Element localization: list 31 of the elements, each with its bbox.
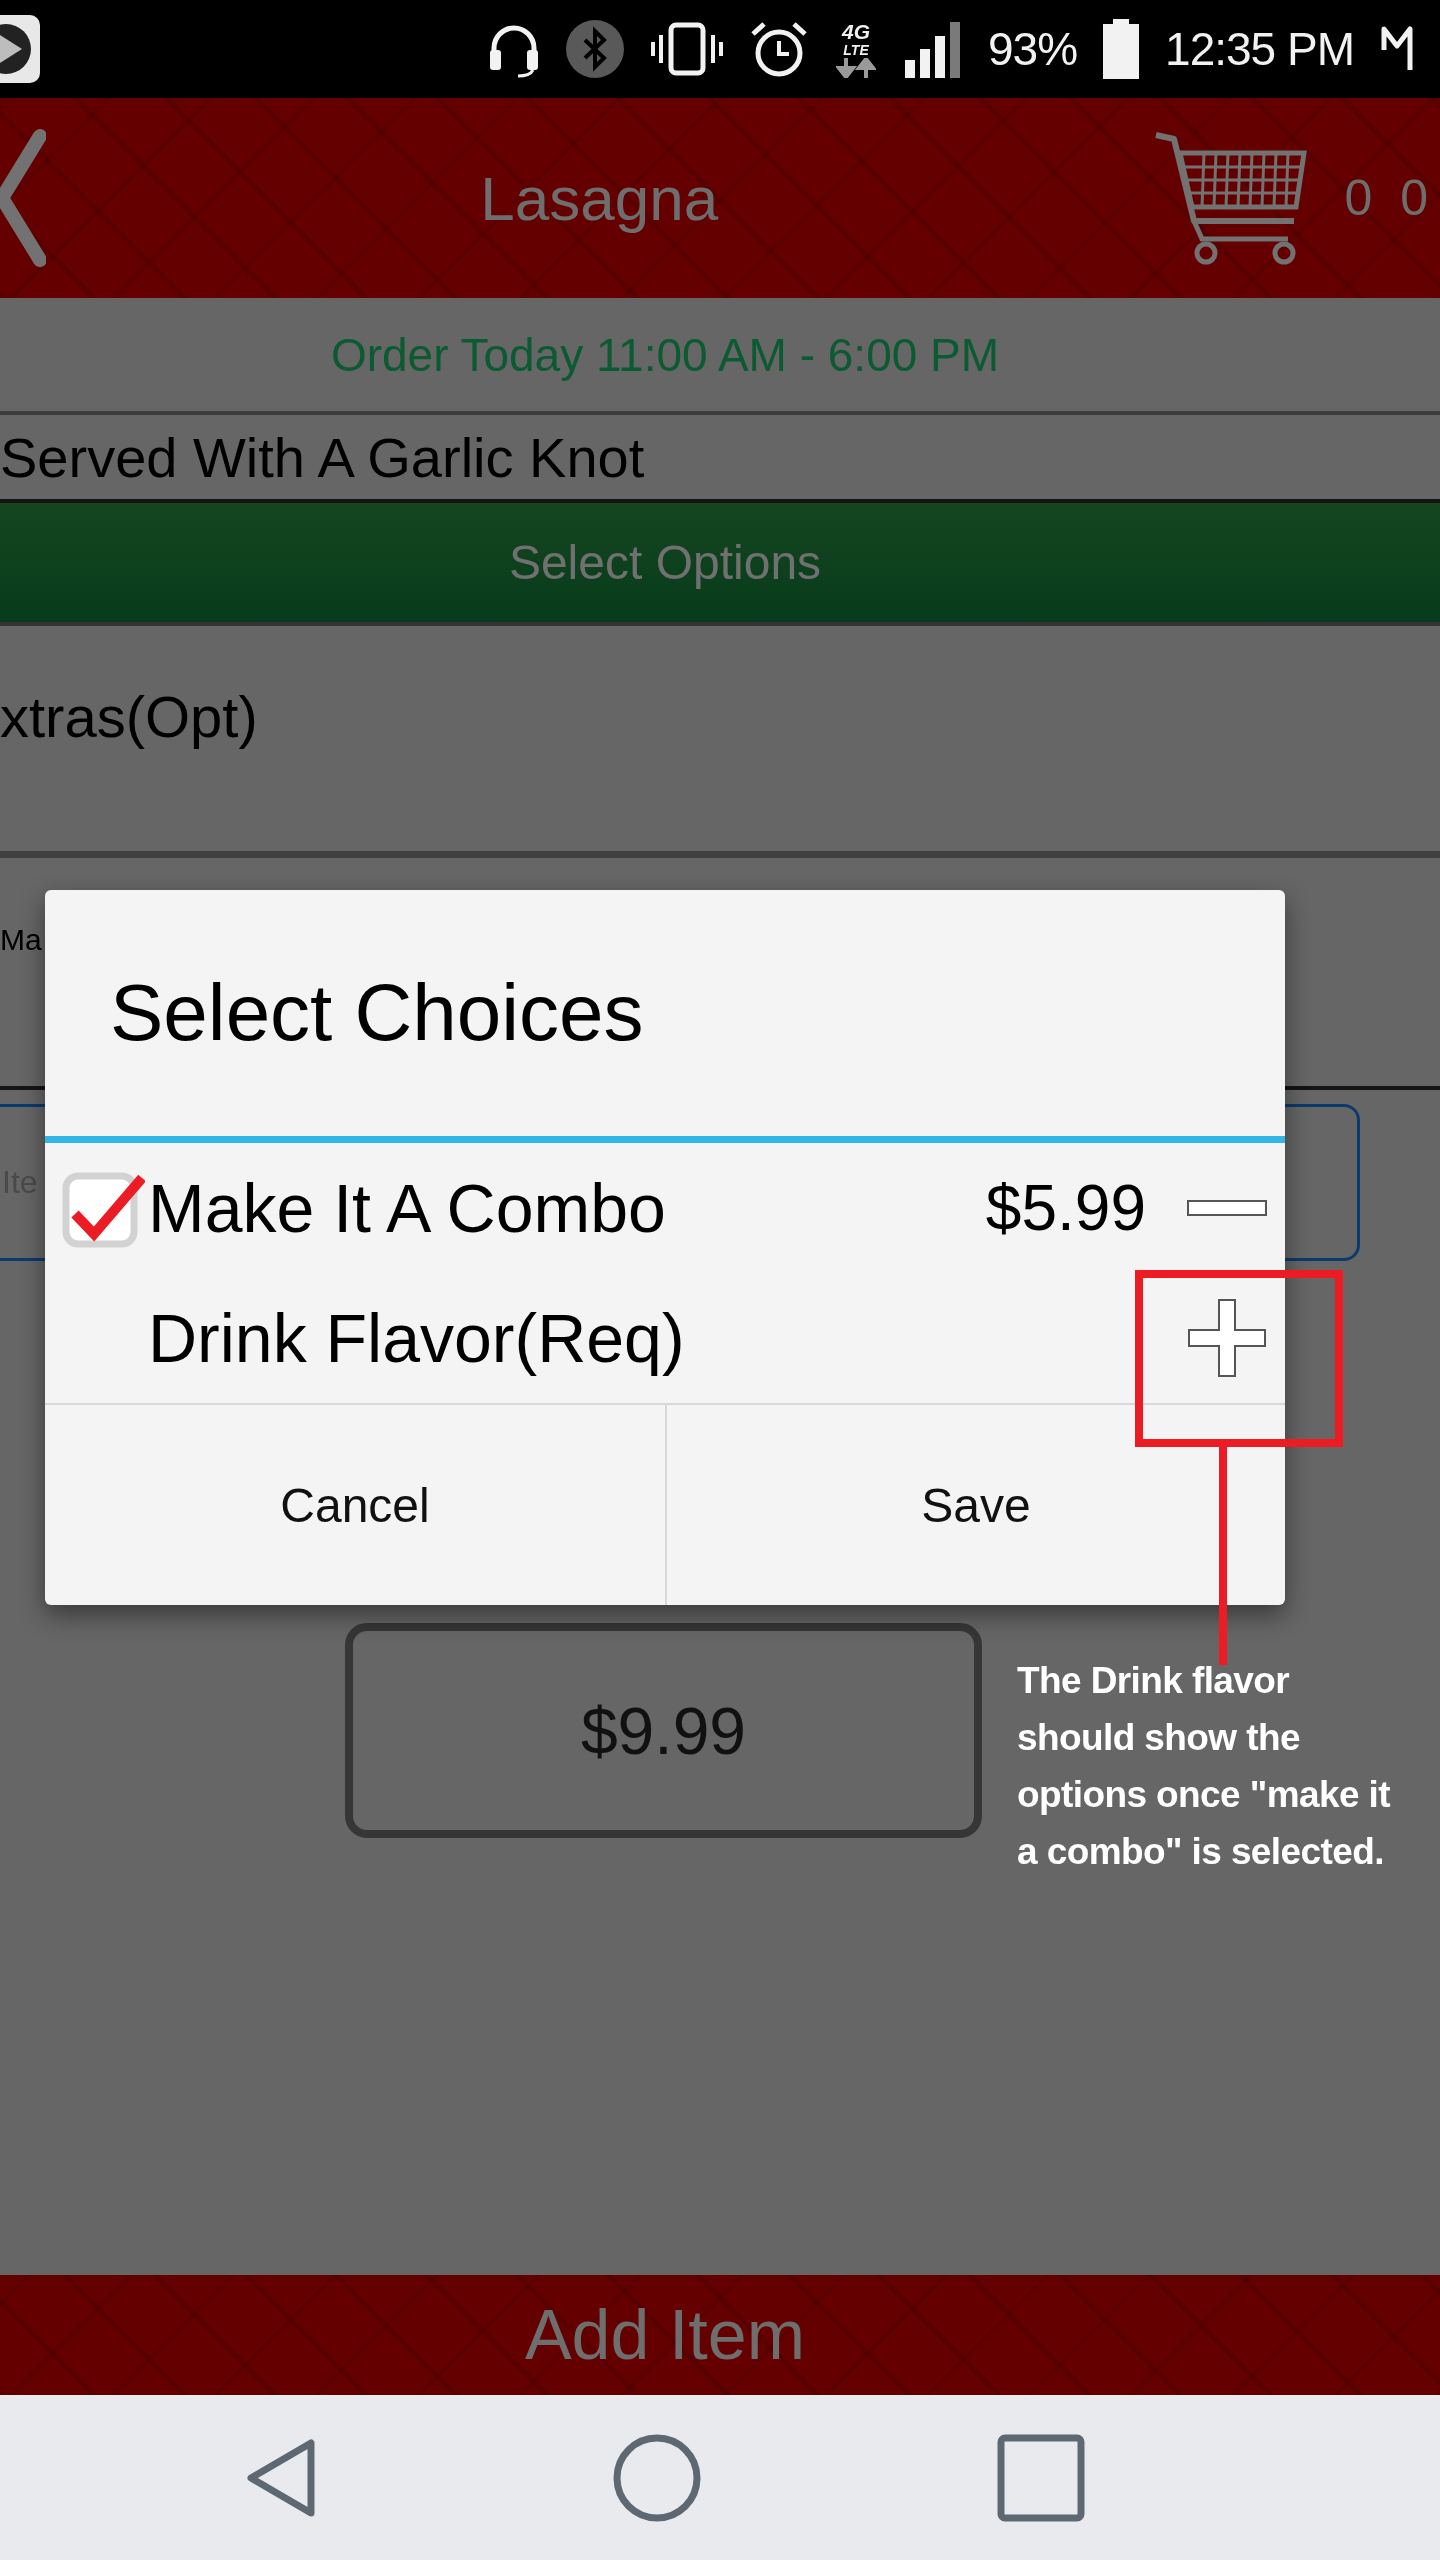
- choice-price: $5.99: [985, 1171, 1146, 1245]
- nav-back-icon[interactable]: [245, 2437, 317, 2518]
- plus-icon[interactable]: [1187, 1298, 1267, 1378]
- network-label: LTE: [843, 42, 869, 57]
- data-arrows-icon: [836, 57, 876, 78]
- choice-label: Make It A Combo: [148, 1169, 667, 1247]
- page-title: Lasagna: [479, 162, 720, 234]
- battery-percent: 93%: [988, 26, 1078, 72]
- play-icon: [0, 13, 42, 85]
- vibrate-icon: [650, 21, 724, 77]
- clock-time: 12:35 PM: [1165, 26, 1354, 72]
- option-group-label: Ma: [0, 923, 42, 956]
- cancel-button[interactable]: Cancel: [45, 1405, 665, 1605]
- annotation-text: The Drink flavor should show the options once "make it a combo" is selected.: [1017, 1659, 1391, 1874]
- network-label: 4G: [842, 20, 870, 42]
- choice-label: Drink Flavor(Req): [148, 1299, 686, 1377]
- dialog-title: Select Choices: [110, 967, 644, 1059]
- order-hours-text: Order Today 11:00 AM - 6:00 PM: [330, 327, 1000, 382]
- description-text: Served With A Garlic Knot: [0, 424, 645, 490]
- recents-icon[interactable]: [997, 2433, 1085, 2522]
- option-group-label: xtras(Opt): [0, 684, 258, 749]
- back-icon[interactable]: [0, 128, 46, 268]
- alarm-icon: [750, 20, 808, 78]
- cart-count: 0 0: [1344, 169, 1428, 227]
- section-header: Select Options: [0, 503, 1440, 626]
- total-price: $9.99: [345, 1623, 982, 1838]
- home-icon[interactable]: [612, 2432, 702, 2523]
- minus-icon[interactable]: [1187, 1199, 1267, 1217]
- signal-icon: [904, 20, 962, 78]
- battery-icon: [1103, 19, 1140, 79]
- bluetooth-icon: [566, 20, 624, 78]
